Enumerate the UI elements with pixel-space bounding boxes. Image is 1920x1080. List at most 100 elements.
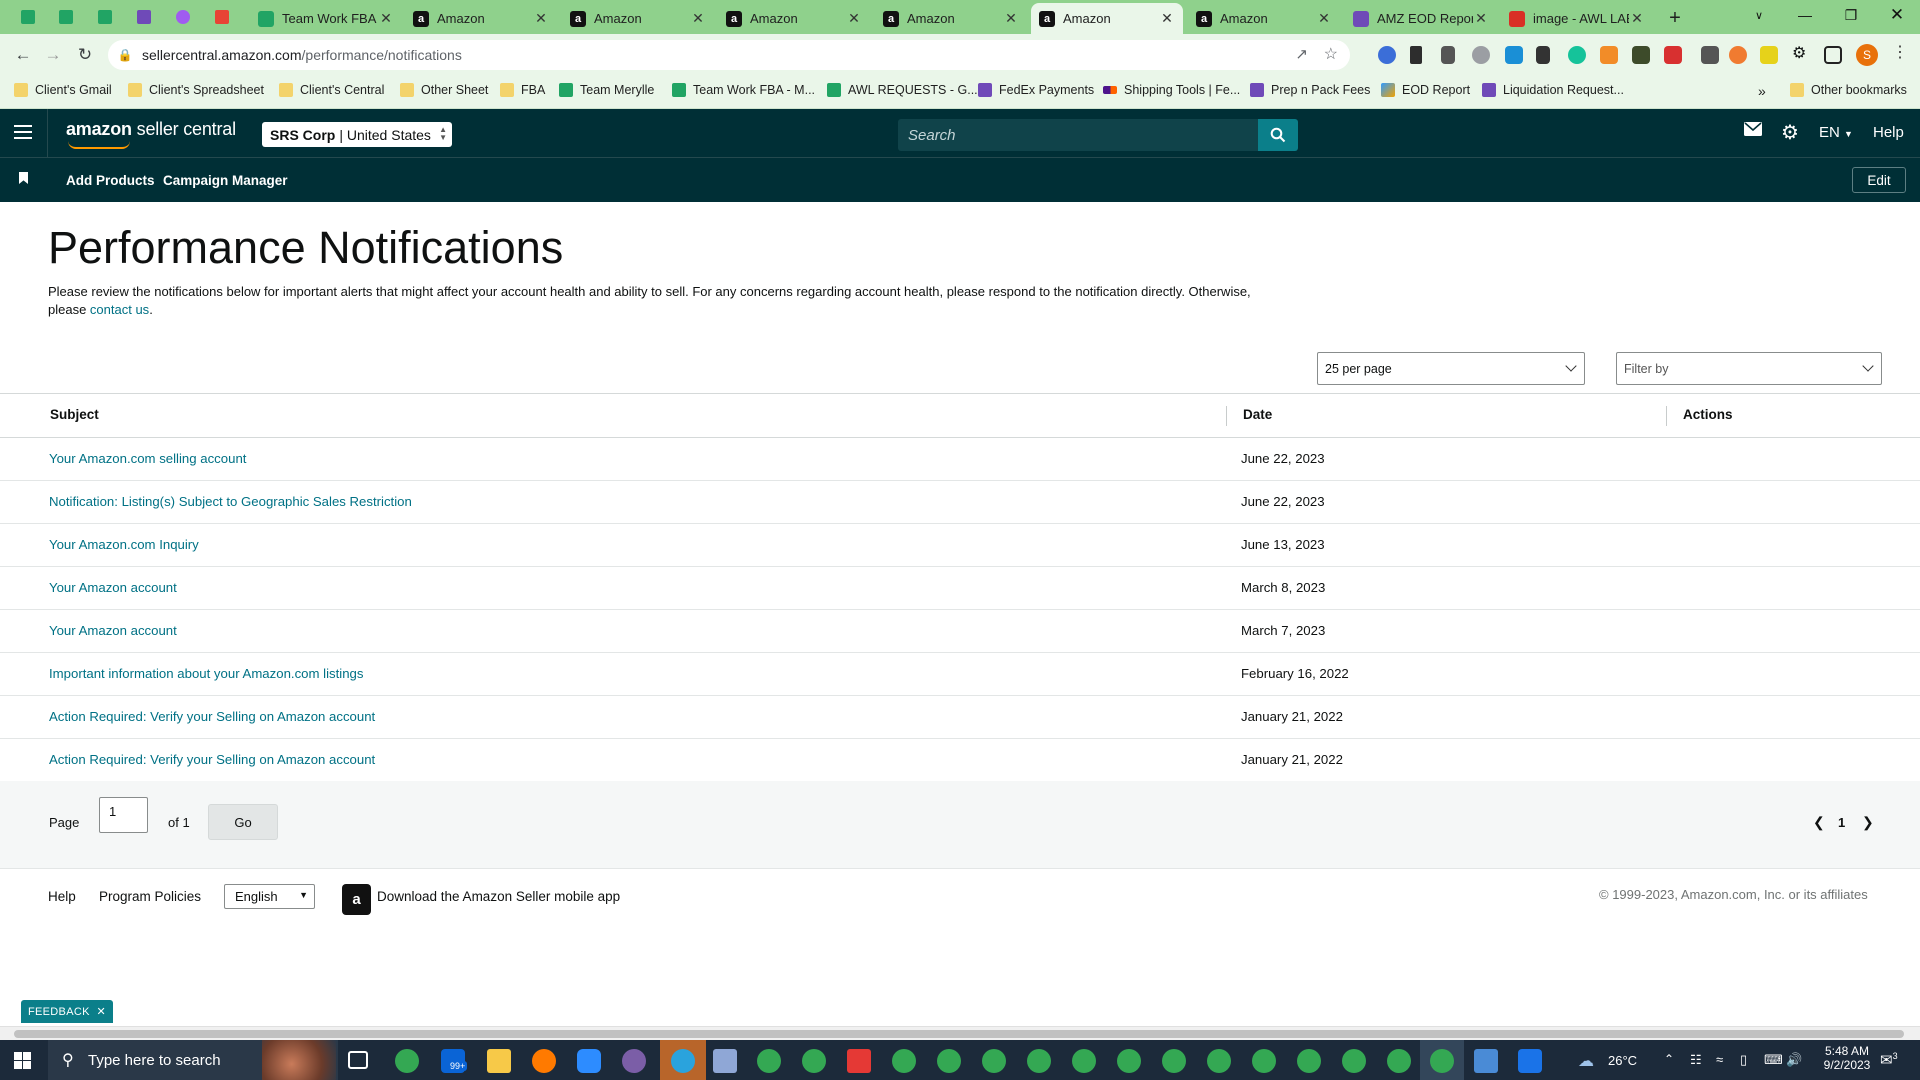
file-explorer-icon[interactable] — [487, 1049, 511, 1073]
reload-icon[interactable]: ↻ — [72, 42, 98, 68]
chrome-taskbar-icon[interactable] — [1117, 1049, 1141, 1073]
bookmarks-overflow-icon[interactable]: » — [1758, 83, 1766, 99]
current-page[interactable]: 1 — [1838, 815, 1845, 830]
network-icon[interactable]: ☷ — [1690, 1052, 1702, 1068]
active-chrome-slot[interactable] — [1420, 1040, 1464, 1080]
weather-temp[interactable]: 26°C — [1608, 1053, 1637, 1068]
bookmark-item[interactable]: AWL REQUESTS - G... — [827, 83, 978, 97]
browser-tab[interactable]: Team Work FBA - ✕ — [250, 3, 402, 34]
extension-icon[interactable] — [1472, 46, 1490, 64]
other-bookmarks[interactable]: Other bookmarks — [1790, 83, 1907, 97]
notification-subject-link[interactable]: Action Required: Verify your Selling on … — [49, 709, 375, 724]
nav-add-products[interactable]: Add Products — [66, 173, 155, 188]
seller-central-logo[interactable]: amazon seller central — [66, 119, 236, 149]
bookmark-item[interactable]: Shipping Tools | Fe... — [1103, 83, 1240, 97]
hamburger-menu-icon[interactable] — [14, 125, 32, 140]
restore-icon[interactable]: ❐ — [1828, 0, 1874, 30]
bookmark-icon[interactable] — [19, 172, 28, 184]
extension-icon[interactable] — [1378, 46, 1396, 64]
taskbar-clock[interactable]: 5:48 AM 9/2/2023 — [1816, 1044, 1878, 1072]
zoom-icon[interactable] — [577, 1049, 601, 1073]
footer-help-link[interactable]: Help — [48, 889, 76, 904]
close-tab-icon[interactable]: ✕ — [1473, 10, 1489, 27]
close-tab-icon[interactable]: ✕ — [1159, 10, 1175, 27]
bookmark-item[interactable]: Client's Gmail — [14, 83, 112, 97]
battery-icon[interactable]: ▯ — [1740, 1052, 1747, 1068]
volume-icon[interactable]: 🔊 — [1786, 1052, 1802, 1068]
remote-desktop-icon[interactable] — [1518, 1049, 1542, 1073]
chrome-taskbar-icon[interactable] — [1162, 1049, 1186, 1073]
close-icon[interactable]: ✕ — [96, 1005, 106, 1018]
search-button[interactable] — [1258, 119, 1298, 151]
browser-tab[interactable]: image - AWL LAB ✕ — [1501, 3, 1653, 34]
extension-icon[interactable] — [1760, 46, 1778, 64]
browser-tab[interactable]: a Amazon ✕ — [875, 3, 1027, 34]
close-tab-icon[interactable]: ✕ — [690, 10, 706, 27]
chrome-taskbar-icon[interactable] — [937, 1049, 961, 1073]
forward-icon[interactable]: → — [40, 42, 66, 68]
go-button[interactable]: Go — [208, 804, 278, 840]
extensions-puzzle-icon[interactable]: ⚙ — [1792, 43, 1810, 62]
extension-icon[interactable] — [1701, 46, 1719, 64]
chrome-menu-icon[interactable]: ⋮ — [1892, 42, 1910, 61]
chrome-taskbar-icon[interactable] — [1072, 1049, 1096, 1073]
bookmark-item[interactable]: EOD Report — [1381, 83, 1470, 97]
pinned-tab-sheets[interactable] — [16, 5, 40, 29]
close-tab-icon[interactable]: ✕ — [1629, 10, 1645, 27]
notification-subject-link[interactable]: Your Amazon.com Inquiry — [49, 537, 199, 552]
notepad-icon[interactable] — [713, 1049, 737, 1073]
chrome-taskbar-icon[interactable] — [892, 1049, 916, 1073]
chrome-taskbar-icon[interactable] — [802, 1049, 826, 1073]
share-icon[interactable]: ↗ — [1295, 45, 1308, 63]
extension-icon[interactable] — [1410, 46, 1422, 64]
contact-us-link[interactable]: contact us — [90, 302, 149, 317]
new-tab-button[interactable]: + — [1662, 3, 1688, 34]
close-tab-icon[interactable]: ✕ — [846, 10, 862, 27]
browser-tab[interactable]: a Amazon ✕ — [1188, 3, 1340, 34]
notification-subject-link[interactable]: Your Amazon account — [49, 623, 177, 638]
horizontal-scrollbar[interactable] — [0, 1026, 1920, 1040]
extension-icon[interactable] — [1632, 46, 1650, 64]
close-tab-icon[interactable]: ✕ — [378, 10, 394, 27]
feedback-button[interactable]: FEEDBACK ✕ — [21, 1000, 113, 1023]
bookmark-item[interactable]: Prep n Pack Fees — [1250, 83, 1370, 97]
bookmark-item[interactable]: Liquidation Request... — [1482, 83, 1624, 97]
chrome-taskbar-icon[interactable] — [1387, 1049, 1411, 1073]
wps-icon[interactable] — [847, 1049, 871, 1073]
app-icon[interactable] — [622, 1049, 646, 1073]
search-input[interactable]: Search — [898, 119, 1258, 151]
calculator-icon[interactable] — [1474, 1049, 1498, 1073]
settings-gear-icon[interactable]: ⚙ — [1781, 120, 1799, 145]
chrome-taskbar-icon[interactable] — [395, 1049, 419, 1073]
bookmark-item[interactable]: Client's Spreadsheet — [128, 83, 264, 97]
notification-subject-link[interactable]: Important information about your Amazon.… — [49, 666, 363, 681]
bookmark-item[interactable]: FedEx Payments — [978, 83, 1094, 97]
tab-search-icon[interactable]: ∨ — [1736, 0, 1782, 30]
filter-select[interactable]: Filter by — [1616, 352, 1882, 385]
lock-icon[interactable]: 🔒 — [108, 48, 142, 62]
close-tab-icon[interactable]: ✕ — [533, 10, 549, 27]
telegram-taskbar-slot[interactable] — [660, 1040, 706, 1080]
extension-icon[interactable] — [1600, 46, 1618, 64]
edit-nav-button[interactable]: Edit — [1852, 167, 1906, 193]
extension-icon[interactable] — [1505, 46, 1523, 64]
notification-subject-link[interactable]: Notification: Listing(s) Subject to Geog… — [49, 494, 412, 509]
tray-chevron-icon[interactable]: ⌃ — [1664, 1052, 1674, 1066]
column-date[interactable]: Date — [1243, 407, 1272, 422]
close-window-icon[interactable]: ✕ — [1874, 0, 1920, 30]
extension-icon[interactable] — [1441, 46, 1455, 64]
bookmark-item[interactable]: Team Merylle — [559, 83, 654, 97]
pinned-tab-forms[interactable] — [132, 5, 156, 29]
footer-language-select[interactable]: English ▼ — [224, 884, 315, 909]
back-icon[interactable]: ← — [10, 42, 36, 68]
chrome-taskbar-icon[interactable] — [1027, 1049, 1051, 1073]
notification-subject-link[interactable]: Your Amazon account — [49, 580, 177, 595]
minimize-icon[interactable]: — — [1782, 0, 1828, 30]
bookmark-item[interactable]: FBA — [500, 83, 545, 97]
notifications-icon[interactable]: ✉3 — [1880, 1051, 1898, 1069]
pinned-tab-messenger[interactable] — [171, 5, 195, 29]
browser-tab[interactable]: a Amazon ✕ — [562, 3, 714, 34]
per-page-select[interactable]: 25 per page — [1317, 352, 1585, 385]
pinned-tab-sheets[interactable] — [93, 5, 117, 29]
grammarly-icon[interactable] — [1568, 46, 1586, 64]
